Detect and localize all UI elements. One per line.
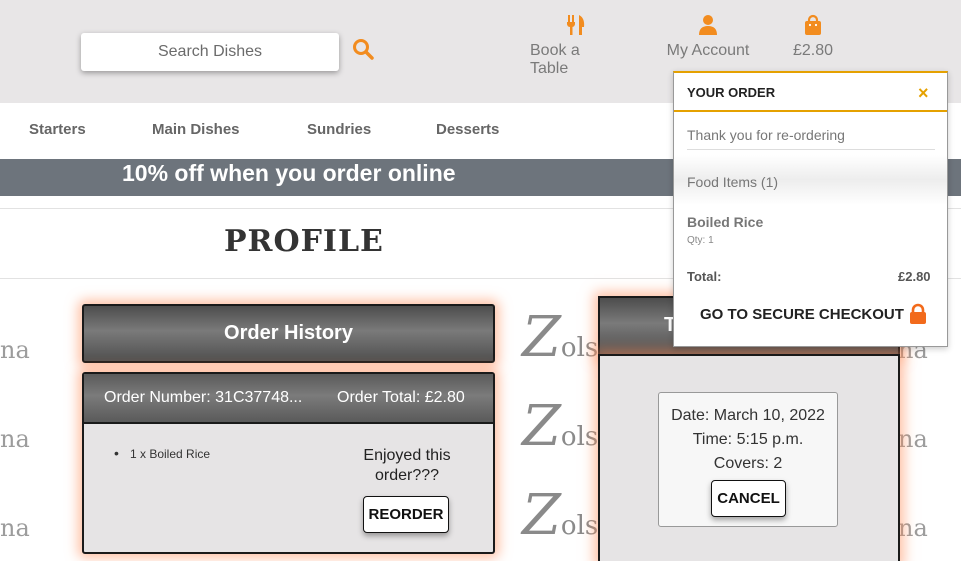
divider: [687, 149, 935, 150]
search-icon[interactable]: [351, 37, 375, 61]
order-number: Order Number: 31C37748...: [104, 389, 303, 406]
watermark-logo-initial: Z: [522, 483, 561, 548]
menu-item-main-dishes[interactable]: Main Dishes: [152, 121, 240, 138]
order-history-title: Order History: [224, 322, 353, 344]
booking-time: Time: 5:15 p.m.: [692, 431, 804, 448]
close-icon[interactable]: ×: [918, 83, 929, 104]
my-account-link[interactable]: My Account: [662, 14, 754, 60]
booking-date: Date: March 10, 2022: [671, 407, 825, 424]
watermark-text: na: [0, 514, 30, 542]
watermark-logo-initial: Z: [522, 394, 561, 459]
menu-item-desserts[interactable]: Desserts: [436, 121, 499, 138]
watermark-text: na: [898, 425, 928, 453]
watermark-text: na: [0, 425, 30, 453]
cart-dropdown: YOUR ORDER × Thank you for re-ordering F…: [673, 71, 948, 347]
basket-link[interactable]: £2.80: [788, 14, 838, 60]
shopping-bag-icon: [805, 14, 821, 35]
order-card-header: Order Number: 31C37748... Order Total: £…: [84, 374, 493, 424]
cart-total-label: Total:: [687, 269, 722, 284]
divider: [674, 110, 947, 112]
cancel-booking-button[interactable]: CANCEL: [711, 480, 786, 517]
enjoyed-order-prompt: Enjoyed this order???: [363, 447, 451, 484]
fork-knife-icon: [567, 15, 585, 35]
lock-icon: [909, 303, 926, 324]
watermark-text: na: [0, 336, 30, 364]
cart-title: YOUR ORDER: [687, 85, 776, 100]
order-total: Order Total: £2.80: [337, 389, 465, 406]
cart-thanks-message: Thank you for re-ordering: [687, 127, 845, 143]
basket-total-label: £2.80: [792, 42, 834, 59]
cart-item-qty: Qty: 1: [687, 235, 714, 246]
checkout-label: GO TO SECURE CHECKOUT: [700, 305, 904, 323]
reorder-button[interactable]: REORDER: [363, 496, 449, 533]
cart-item-name: Boiled Rice: [687, 214, 764, 230]
page: Search Dishes Book a Table My Account £2…: [0, 0, 961, 561]
user-icon: [699, 15, 717, 35]
cart-total-value: £2.80: [898, 269, 931, 284]
book-a-table-link[interactable]: Book a Table: [530, 14, 622, 78]
page-title: PROFILE: [224, 224, 384, 259]
checkout-button[interactable]: GO TO SECURE CHECKOUT: [700, 303, 928, 325]
menu-item-starters[interactable]: Starters: [29, 121, 86, 138]
order-history-heading: Order History: [82, 304, 495, 363]
book-a-table-label: Book a Table: [530, 42, 580, 77]
search-input[interactable]: Search Dishes: [81, 33, 339, 71]
order-line-item: 1 x Boiled Rice: [114, 445, 210, 461]
my-account-label: My Account: [666, 42, 750, 59]
watermark-logo-initial: Z: [522, 305, 561, 370]
menu-item-sundries[interactable]: Sundries: [307, 121, 371, 138]
promo-banner-text: 10% off when you order online: [122, 160, 456, 186]
booking-covers: Covers: 2: [713, 455, 783, 472]
watermark-text: na: [898, 514, 928, 542]
order-card: Order Number: 31C37748... Order Total: £…: [82, 372, 495, 554]
cart-food-items-count: Food Items (1): [687, 174, 779, 190]
